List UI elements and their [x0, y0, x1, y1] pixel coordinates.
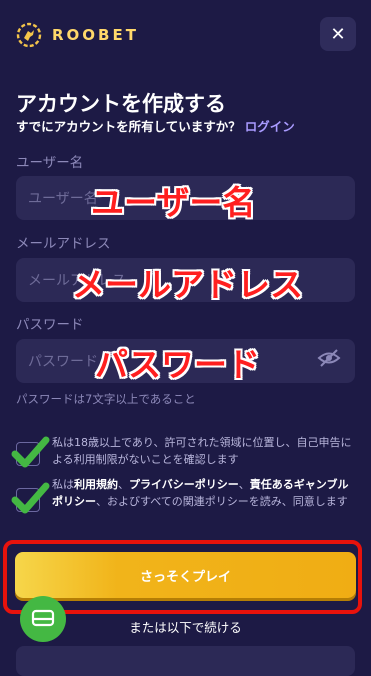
login-link[interactable]: ログイン — [245, 119, 295, 134]
email-label: メールアドレス — [16, 236, 111, 252]
privacy-policy-link[interactable]: プライバシーポリシー — [129, 478, 239, 491]
chat-icon — [31, 609, 55, 627]
close-icon: ✕ — [330, 23, 346, 45]
social-login-button[interactable] — [16, 646, 355, 676]
terms-suffix: 、およびすべての関連ポリシーを読み、同意します — [96, 495, 348, 508]
play-now-button[interactable]: さっそくプレイ — [15, 552, 356, 598]
header: ROOBET ✕ — [0, 0, 371, 70]
kangaroo-logo-icon — [16, 22, 42, 48]
password-annotation: パスワード — [95, 345, 260, 384]
terms-consent-row: 私は利用規約、プライバシーポリシー、責任あるギャンブルポリシー、およびすべての関… — [11, 476, 356, 532]
terms-consent-text: 私は利用規約、プライバシーポリシー、責任あるギャンブルポリシー、およびすべての関… — [52, 476, 356, 510]
hide-password-icon[interactable] — [317, 348, 341, 368]
login-prompt: すでにアカウントを所有していますか？ ログイン — [16, 116, 295, 135]
terms-prefix: 私は — [52, 478, 74, 491]
username-placeholder: ユーザー名 — [28, 191, 98, 207]
checkmark-icon — [11, 482, 50, 514]
email-annotation: メールアドレス — [72, 265, 303, 304]
checkmark-icon — [11, 436, 50, 468]
page-title: アカウントを作成する — [16, 92, 226, 116]
terms-sep: 、 — [118, 478, 129, 491]
play-now-label: さっそくプレイ — [139, 569, 231, 585]
chat-button[interactable] — [20, 596, 66, 642]
login-prompt-text: すでにアカウントを所有していますか？ — [16, 119, 241, 134]
password-label: パスワード — [16, 317, 84, 333]
password-hint: パスワードは7文字以上であること — [16, 392, 196, 406]
age-consent-text: 私は18歳以上であり、許可された領域に位置し、自己申告による利用制限がないことを… — [52, 436, 352, 466]
close-button[interactable]: ✕ — [320, 17, 356, 51]
username-annotation: ユーザー名 — [91, 183, 256, 222]
password-placeholder: パスワード — [28, 354, 98, 370]
username-label: ユーザー名 — [16, 155, 84, 171]
age-consent-row: 私は18歳以上であり、許可された領域に位置し、自己申告による利用制限がないことを… — [11, 434, 356, 474]
terms-sep: 、 — [238, 478, 250, 491]
brand-name: ROOBET — [52, 26, 139, 44]
terms-link[interactable]: 利用規約 — [74, 478, 118, 491]
roobet-logo[interactable]: ROOBET — [16, 22, 139, 48]
